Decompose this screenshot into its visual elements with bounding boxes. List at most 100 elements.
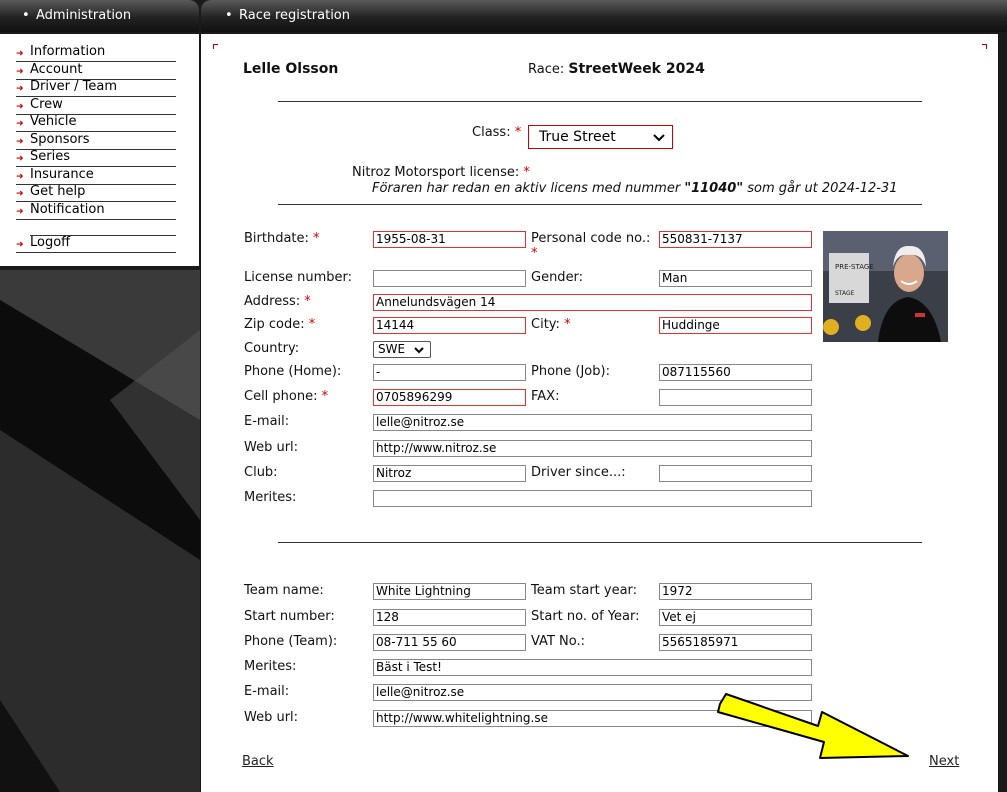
- gender-field[interactable]: Man: [659, 270, 812, 287]
- main-header: • Race registration: [201, 0, 1007, 32]
- arrow-icon: ➜: [16, 207, 24, 217]
- license-number-value: "11040": [684, 181, 744, 196]
- sidebar-item-notification[interactable]: ➜ Notification: [16, 202, 176, 220]
- club-field[interactable]: Nitroz: [373, 465, 526, 482]
- sidebar-item-series[interactable]: ➜ Series: [16, 149, 176, 167]
- sidebar-title: Administration: [36, 8, 132, 23]
- phone-home-label: Phone (Home):: [244, 364, 342, 379]
- club-label: Club:: [244, 465, 278, 480]
- next-link[interactable]: Next: [929, 754, 959, 769]
- vat-label: VAT No.:: [531, 634, 585, 649]
- race-registration-form: Lelle Olsson Race: StreetWeek 2024 Class…: [201, 34, 998, 792]
- start-no-year-label: Start no. of Year:: [531, 609, 640, 624]
- arrow-icon: ➜: [16, 67, 24, 77]
- phone-job-label: Phone (Job):: [531, 364, 610, 379]
- start-number-label: Start number:: [244, 609, 335, 624]
- driver-photo: PRE-STAGE STAGE: [823, 231, 948, 342]
- sidebar-item-logoff[interactable]: ➜ Logoff: [16, 235, 176, 253]
- vat-field[interactable]: 5565185971: [659, 634, 812, 651]
- merites-label: Merites:: [244, 490, 297, 505]
- class-label: Class: *: [472, 125, 522, 140]
- country-label: Country:: [244, 341, 300, 356]
- city-label: City: *: [531, 317, 571, 332]
- driver-name: Lelle Olsson: [243, 61, 339, 77]
- divider: [278, 204, 922, 205]
- arrow-icon: ➜: [16, 102, 24, 112]
- bullet-icon: •: [22, 8, 30, 23]
- team-start-year-label: Team start year:: [531, 583, 638, 598]
- sidebar-item-insurance[interactable]: ➜ Insurance: [16, 167, 176, 185]
- sidebar-item-driver-team[interactable]: ➜ Driver / Team: [16, 79, 176, 97]
- phone-job-field[interactable]: 087115560: [659, 364, 812, 381]
- sidebar: ➜ Information ➜ Account ➜ Driver / Team ➜ Cr…: [0, 34, 199, 266]
- main-title: Race registration: [239, 8, 350, 23]
- cell-phone-field[interactable]: 0705896299: [373, 389, 526, 406]
- gender-label: Gender:: [531, 270, 584, 285]
- city-field[interactable]: Huddinge: [659, 317, 812, 334]
- divider: [278, 101, 922, 102]
- cell-phone-label: Cell phone: *: [244, 389, 329, 404]
- web-url-label: Web url:: [244, 440, 299, 455]
- race-name: StreetWeek 2024: [568, 61, 705, 77]
- annotation-arrow-icon: [717, 693, 909, 759]
- license-label: Nitroz Motorsport license: *: [352, 165, 530, 180]
- race-label: Race: StreetWeek 2024: [528, 61, 705, 77]
- personal-code-field[interactable]: 550831-7137: [659, 231, 812, 248]
- license-note: Föraren har redan en aktiv licens med nu…: [372, 181, 898, 196]
- start-no-year-field[interactable]: Vet ej: [659, 609, 812, 626]
- sidebar-item-information[interactable]: ➜ Information: [16, 44, 176, 62]
- sidebar-item-get-help[interactable]: ➜ Get help: [16, 184, 176, 202]
- team-phone-field[interactable]: 08-711 55 60: [373, 634, 526, 651]
- arrow-icon: ➜: [16, 49, 24, 59]
- sidebar-header: • Administration: [0, 0, 199, 32]
- merites-field[interactable]: [373, 490, 812, 507]
- address-label: Address: *: [244, 294, 311, 309]
- start-number-field[interactable]: 128: [373, 609, 526, 626]
- team-merites-label: Merites:: [244, 659, 297, 674]
- license-number-field[interactable]: [373, 270, 526, 287]
- web-url-field[interactable]: http://www.nitroz.se: [373, 440, 812, 457]
- driver-since-label: Driver since...:: [531, 465, 626, 480]
- email-label: E-mail:: [244, 414, 290, 429]
- sidebar-item-vehicle[interactable]: ➜ Vehicle: [16, 114, 176, 132]
- sidebar-item-account[interactable]: ➜ Account: [16, 62, 176, 80]
- arrow-icon: ➜: [16, 137, 24, 147]
- email-field[interactable]: lelle@nitroz.se: [373, 414, 812, 431]
- class-select[interactable]: True Street: [528, 125, 673, 149]
- address-field[interactable]: Annelundsvägen 14: [373, 294, 812, 311]
- team-merites-field[interactable]: Bäst i Test!: [373, 659, 812, 676]
- team-phone-label: Phone (Team):: [244, 634, 338, 649]
- arrow-icon: ➜: [16, 154, 24, 164]
- arrow-icon: ➜: [16, 84, 24, 94]
- sidebar-item-crew[interactable]: ➜ Crew: [16, 97, 176, 115]
- birthdate-field[interactable]: 1955-08-31: [373, 231, 526, 248]
- chevron-down-icon: [414, 347, 424, 354]
- driver-since-field[interactable]: [659, 465, 812, 482]
- corner-marker: [982, 44, 987, 49]
- arrow-icon: ➜: [16, 119, 24, 129]
- back-link[interactable]: Back: [242, 754, 274, 769]
- license-number-label: License number:: [244, 270, 353, 285]
- chevron-down-icon: [653, 134, 665, 142]
- arrow-icon: ➜: [16, 189, 24, 199]
- photo-text: STAGE: [835, 290, 855, 297]
- team-name-label: Team name:: [244, 583, 324, 598]
- phone-home-field[interactable]: -: [373, 364, 526, 381]
- photo-text: PRE-STAGE: [835, 263, 874, 271]
- team-name-field[interactable]: White Lightning: [373, 583, 526, 600]
- bullet-icon: •: [225, 8, 233, 23]
- team-email-label: E-mail:: [244, 684, 290, 699]
- arrow-icon: ➜: [16, 240, 24, 250]
- country-select[interactable]: SWE: [373, 341, 431, 358]
- sidebar-item-sponsors[interactable]: ➜ Sponsors: [16, 132, 176, 150]
- birthdate-label: Birthdate: *: [244, 231, 320, 246]
- divider: [278, 542, 922, 543]
- team-start-year-field[interactable]: 1972: [659, 583, 812, 600]
- fax-label: FAX:: [531, 389, 560, 404]
- zip-field[interactable]: 14144: [373, 317, 526, 334]
- corner-marker: [213, 44, 218, 49]
- arrow-icon: ➜: [16, 172, 24, 182]
- fax-field[interactable]: [659, 389, 812, 406]
- personal-code-label: Personal code no.: *: [531, 231, 651, 261]
- zip-label: Zip code: *: [244, 317, 316, 332]
